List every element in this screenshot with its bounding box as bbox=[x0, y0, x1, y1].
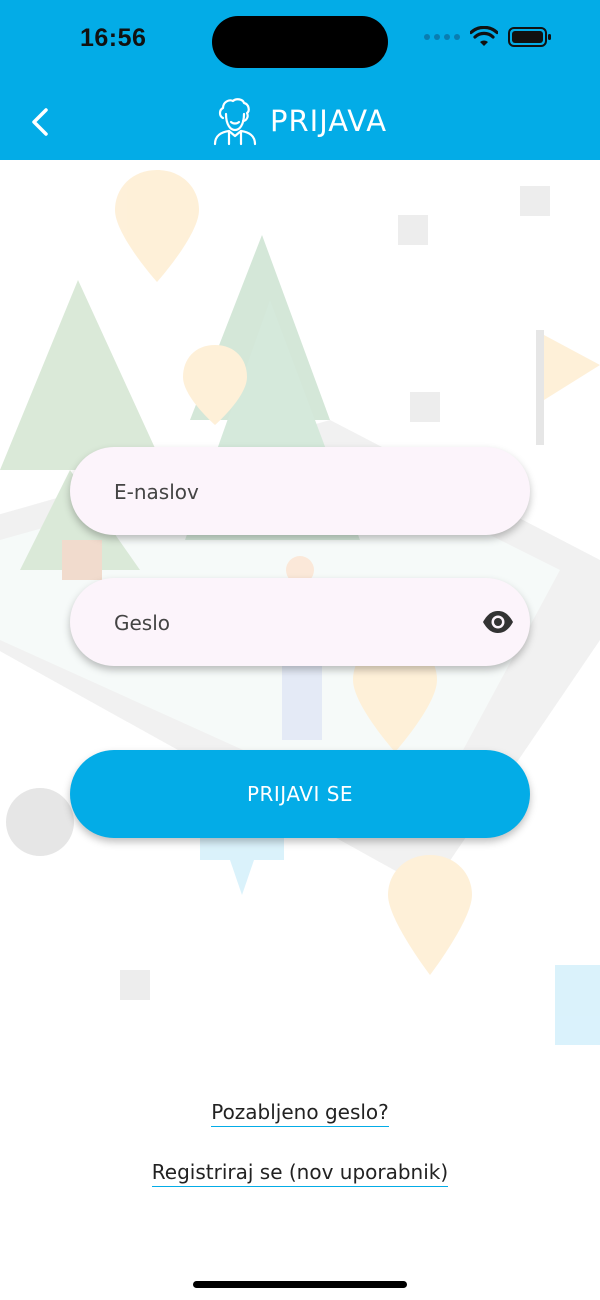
eye-icon[interactable] bbox=[482, 608, 514, 636]
back-button[interactable] bbox=[20, 100, 60, 144]
signal-icon bbox=[424, 34, 460, 40]
home-indicator bbox=[193, 1281, 407, 1288]
battery-icon bbox=[508, 27, 551, 47]
status-icons bbox=[424, 26, 552, 48]
dynamic-island bbox=[212, 16, 388, 68]
register-link[interactable]: Registriraj se (nov uporabnik) bbox=[151, 1160, 449, 1187]
password-field[interactable] bbox=[70, 578, 530, 668]
user-icon bbox=[213, 98, 257, 146]
chevron-left-icon bbox=[32, 108, 48, 136]
app-header: 16:56 PRIJAVA bbox=[0, 0, 600, 160]
forgot-password-link[interactable]: Pozabljeno geslo? bbox=[211, 1100, 389, 1127]
login-button[interactable]: PRIJAVI SE bbox=[70, 750, 530, 838]
forgot-password-link-row: Pozabljeno geslo? bbox=[0, 1100, 600, 1127]
register-link-row: Registriraj se (nov uporabnik) bbox=[0, 1160, 600, 1187]
email-field[interactable] bbox=[70, 447, 530, 537]
email-input[interactable] bbox=[112, 447, 456, 537]
page-title: PRIJAVA bbox=[210, 96, 387, 146]
header-title: PRIJAVA bbox=[270, 104, 388, 138]
password-input[interactable] bbox=[112, 578, 456, 668]
status-time: 16:56 bbox=[80, 24, 147, 52]
wifi-icon bbox=[470, 26, 498, 46]
